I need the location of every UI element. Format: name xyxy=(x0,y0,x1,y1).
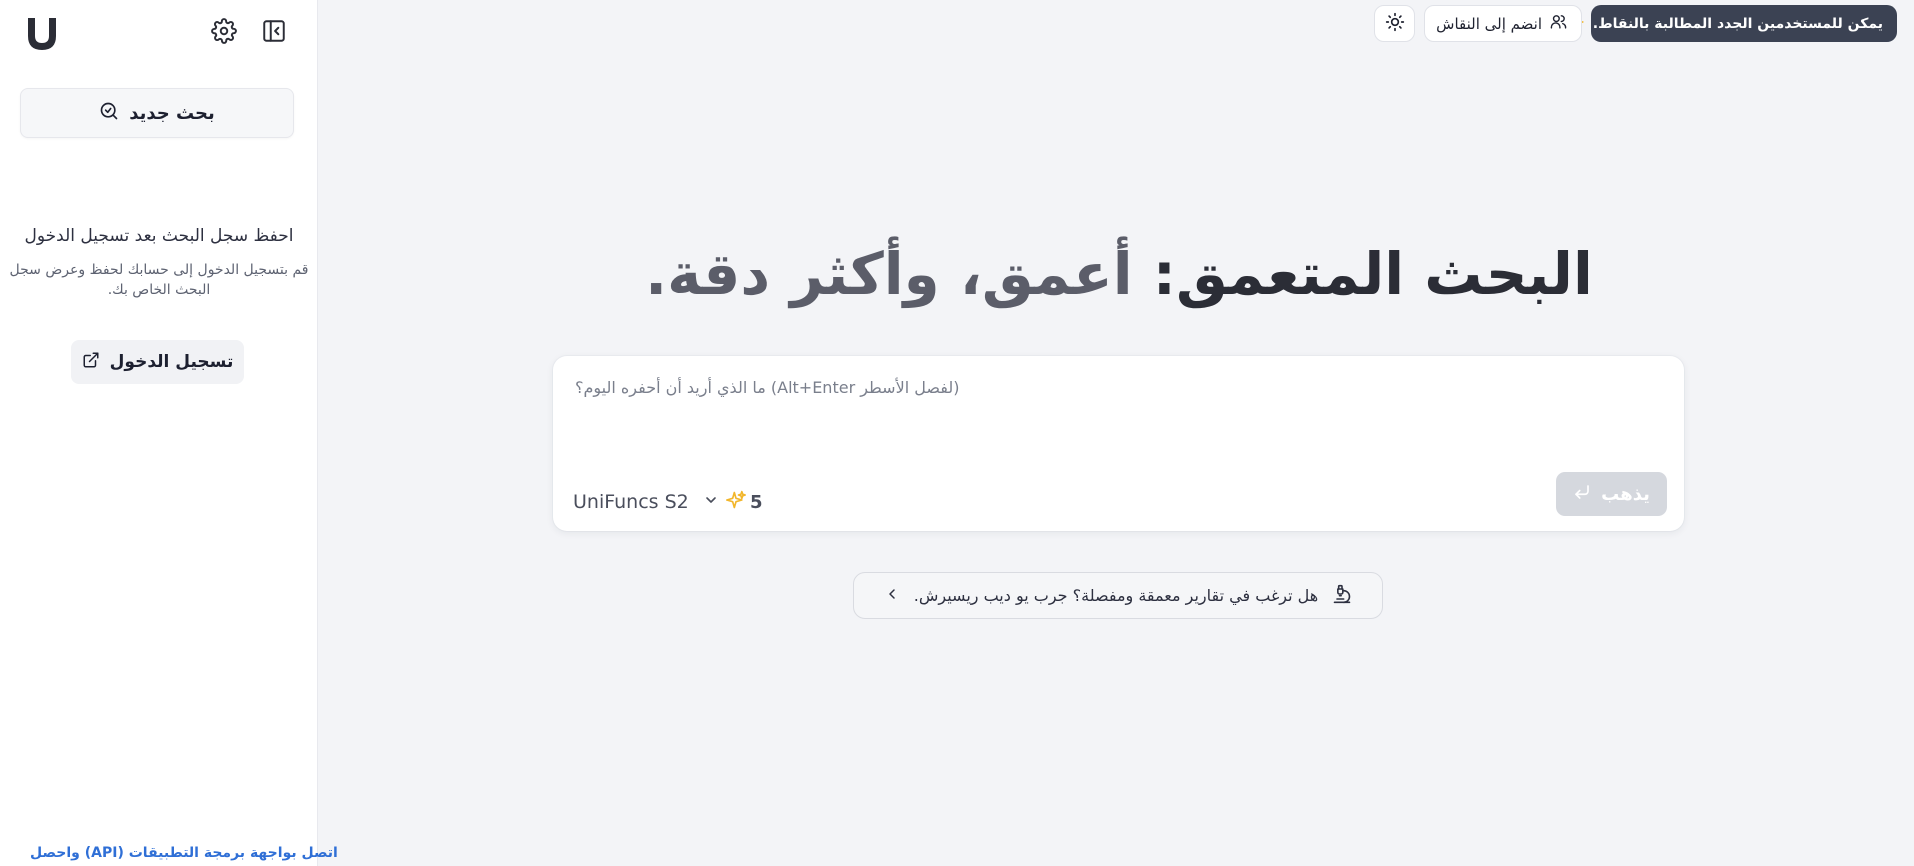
promo-label: يمكن للمستخدمين الجدد المطالبة بالنقاط. xyxy=(1592,15,1883,32)
new-user-points-button[interactable]: يمكن للمستخدمين الجدد المطالبة بالنقاط. xyxy=(1570,5,1897,42)
chevron-left-icon xyxy=(884,586,900,606)
model-selector[interactable]: UniFuncs S2 xyxy=(573,488,719,516)
sun-icon xyxy=(1385,12,1405,36)
gear-icon xyxy=(211,18,237,48)
join-label: انضم إلى النقاش xyxy=(1436,14,1542,33)
join-discussion-button[interactable]: انضم إلى النقاش xyxy=(1424,5,1582,42)
deep-research-button[interactable]: هل ترغب في تقارير معمقة ومفصلة؟ جرب يو د… xyxy=(853,572,1383,619)
search-card: UniFuncs S2 5 يذهب xyxy=(553,356,1684,531)
page-headline: البحث المتعمق: أعمق، وأكثر دقة. xyxy=(600,240,1638,308)
theme-toggle-button[interactable] xyxy=(1374,5,1415,42)
new-search-button[interactable]: بحث جديد xyxy=(20,88,294,138)
sidebar: بحث جديد احفظ سجل البحث بعد تسجيل الدخول… xyxy=(0,0,338,866)
users-icon xyxy=(1550,13,1567,34)
login-button[interactable]: تسجيل الدخول xyxy=(71,340,244,384)
model-name: UniFuncs S2 xyxy=(573,491,689,513)
collapse-sidebar-button[interactable] xyxy=(257,16,291,50)
search-check-icon xyxy=(99,101,119,125)
credits-count: 5 xyxy=(750,491,763,513)
query-input[interactable] xyxy=(573,376,1663,456)
microscope-icon xyxy=(1332,584,1352,608)
enter-icon xyxy=(1573,483,1591,505)
headline-part-1: البحث المتعمق: xyxy=(1152,240,1593,308)
headline-part-2: أعمق، وأكثر دقة. xyxy=(645,240,1133,308)
sidebar-collapse-icon xyxy=(261,18,287,48)
settings-button[interactable] xyxy=(207,16,241,50)
chevron-down-icon xyxy=(703,492,719,512)
new-search-label: بحث جديد xyxy=(129,102,215,124)
history-description: قم بتسجيل الدخول إلى حسابك لحفظ وعرض سجل… xyxy=(9,262,309,298)
credits-indicator: 5 xyxy=(726,488,763,516)
deep-research-label: هل ترغب في تقارير معمقة ومفصلة؟ جرب يو د… xyxy=(913,586,1319,605)
external-link-icon xyxy=(82,351,100,373)
go-button[interactable]: يذهب xyxy=(1556,472,1667,516)
history-title: احفظ سجل البحث بعد تسجيل الدخول xyxy=(24,226,294,246)
login-label: تسجيل الدخول xyxy=(109,352,234,372)
go-label: يذهب xyxy=(1601,483,1650,505)
unifuncs-logo-icon[interactable] xyxy=(22,14,62,54)
api-link[interactable]: اتصل بواجهة برمجة التطبيقات (API) واحصل xyxy=(30,845,338,861)
sparkle-icon xyxy=(726,490,746,514)
